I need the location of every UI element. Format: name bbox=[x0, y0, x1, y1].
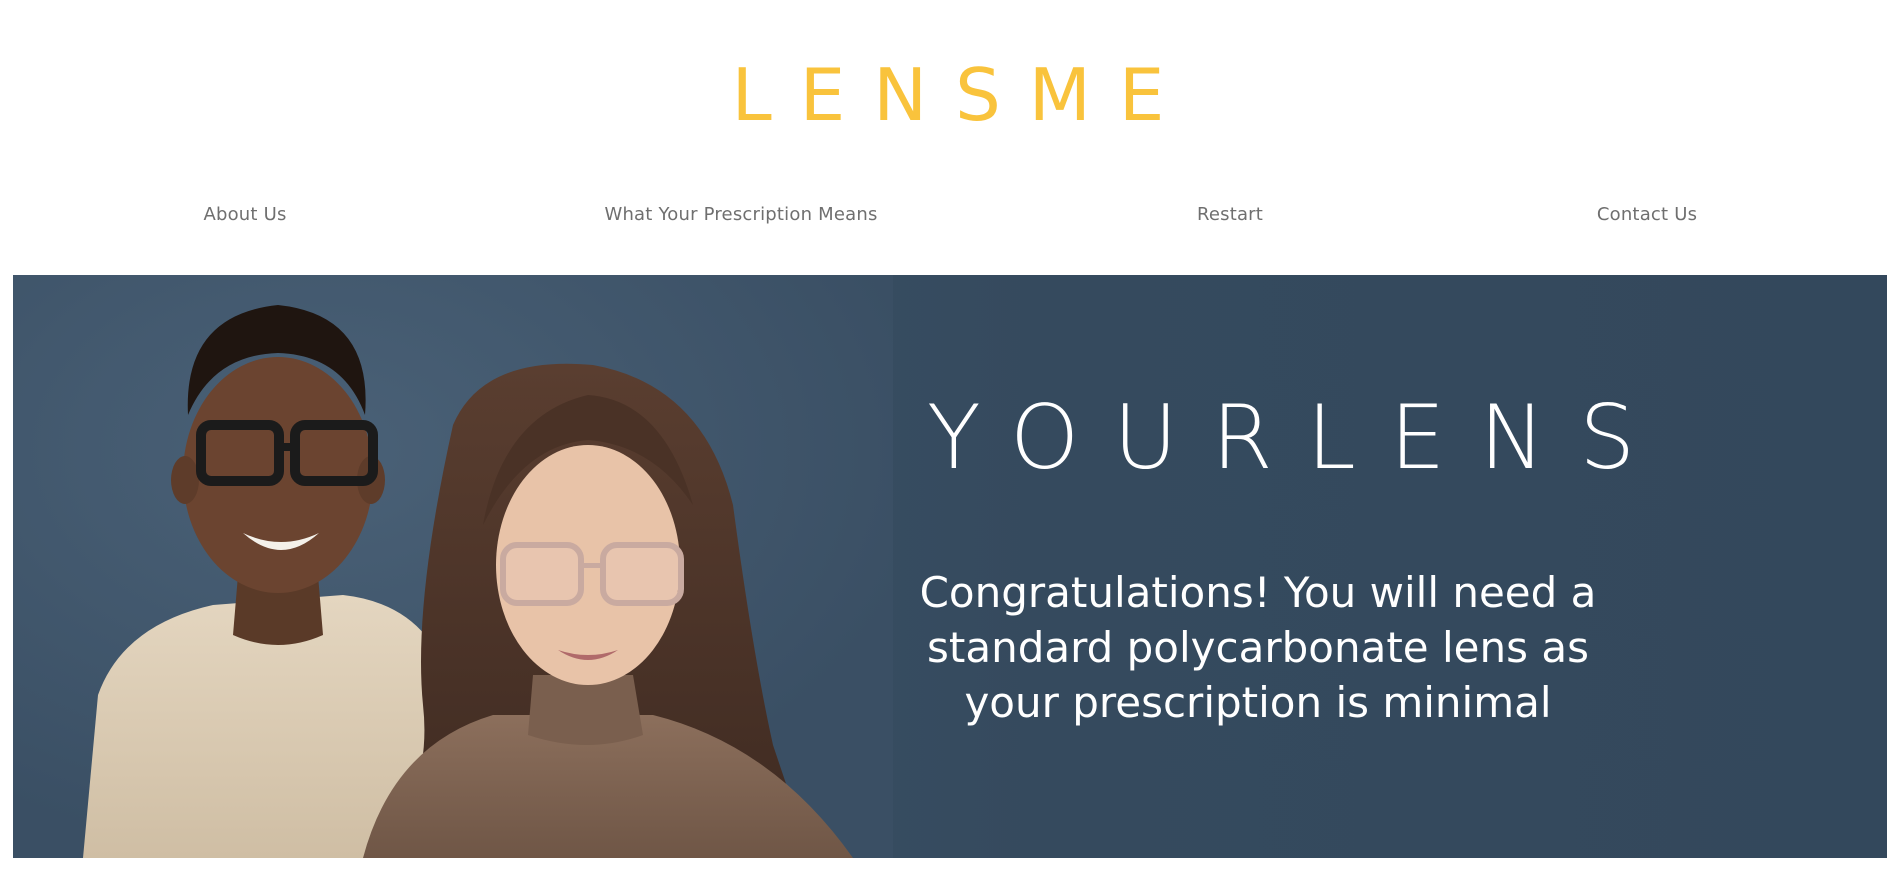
nav-restart[interactable]: Restart bbox=[1197, 204, 1263, 225]
people-wearing-glasses-photo bbox=[13, 275, 893, 858]
page: LENSME About Us What Your Prescription M… bbox=[0, 0, 1896, 874]
main-nav: About Us What Your Prescription Means Re… bbox=[0, 204, 1896, 234]
hero-title: YOURLENS bbox=[927, 386, 1670, 489]
nav-about-us[interactable]: About Us bbox=[203, 204, 286, 225]
nav-contact-us[interactable]: Contact Us bbox=[1597, 204, 1697, 225]
prescription-result-message: Congratulations! You will need a standar… bbox=[919, 568, 1597, 727]
nav-prescription-meaning[interactable]: What Your Prescription Means bbox=[604, 204, 877, 225]
hero-banner: YOURLENS Congratulations! You will need … bbox=[13, 275, 1887, 858]
site-logo[interactable]: LENSME bbox=[0, 50, 1896, 140]
